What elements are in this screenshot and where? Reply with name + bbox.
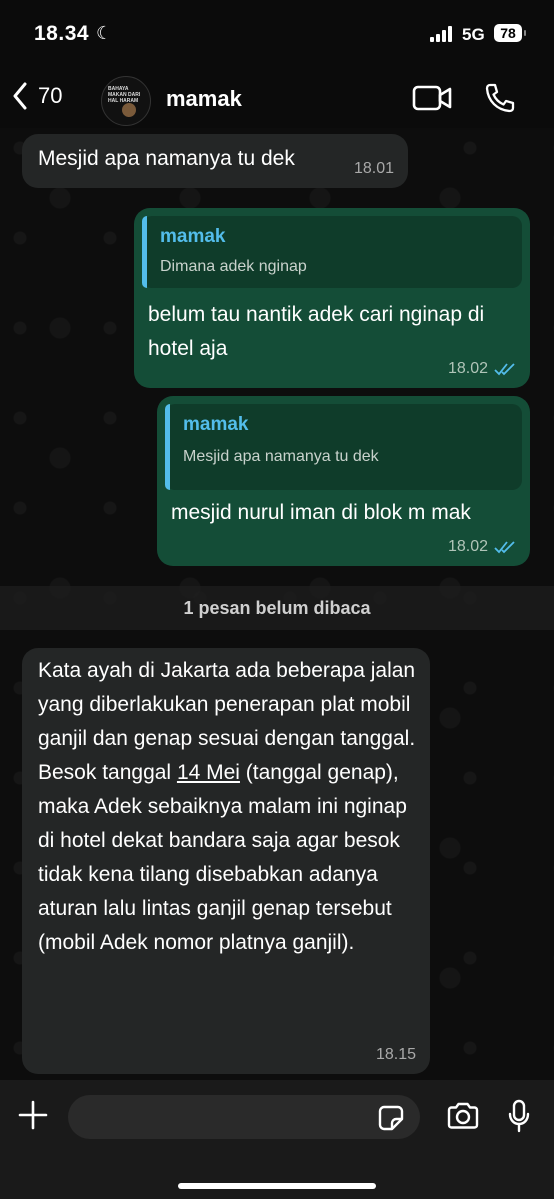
avatar-caption: BAHAYA MAKAN DARI HAL HARAM xyxy=(108,86,141,104)
plus-icon xyxy=(18,1100,48,1130)
microphone-icon xyxy=(508,1099,530,1133)
composer-bar xyxy=(0,1080,554,1199)
message-text-part: (tanggal genap), maka Adek sebaiknya mal… xyxy=(38,761,407,954)
sticker-button[interactable] xyxy=(378,1105,404,1136)
message-time: 18.02 xyxy=(447,538,488,555)
message-text: Kata ayah di Jakarta ada beberapa jalan … xyxy=(38,654,418,960)
quote-author: mamak xyxy=(183,414,249,435)
camera-icon xyxy=(447,1102,479,1129)
camera-button[interactable] xyxy=(446,1102,480,1135)
voice-call-button[interactable] xyxy=(484,82,516,119)
video-call-button[interactable] xyxy=(412,83,452,118)
message-text: mesjid nurul iman di blok m mak xyxy=(171,501,471,524)
message-bubble-outgoing[interactable]: mamak Dimana adek nginap belum tau nanti… xyxy=(134,208,530,388)
message-text: Mesjid apa namanya tu dek xyxy=(38,147,295,170)
home-indicator xyxy=(178,1183,376,1189)
attach-button[interactable] xyxy=(18,1100,48,1135)
back-button[interactable]: 70 xyxy=(12,82,62,110)
video-camera-icon xyxy=(412,85,452,111)
battery-icon: 78 xyxy=(494,24,526,42)
double-check-icon xyxy=(494,541,515,554)
chevron-left-icon xyxy=(13,82,27,110)
message-text: belum tau nantik adek cari nginap di hot… xyxy=(148,303,485,360)
signal-icon xyxy=(430,26,452,42)
quoted-message[interactable]: mamak Dimana adek nginap xyxy=(142,216,522,288)
date-link[interactable]: 14 Mei xyxy=(177,761,240,784)
message-time: 18.01 xyxy=(353,160,394,177)
chat-header: 70 BAHAYA MAKAN DARI HAL HARAM mamak xyxy=(0,70,554,128)
message-time: 18.15 xyxy=(375,1046,416,1063)
status-time: 18.34 xyxy=(34,22,90,45)
avatar[interactable]: BAHAYA MAKAN DARI HAL HARAM xyxy=(101,76,151,126)
quote-author: mamak xyxy=(160,226,226,247)
network-type: 5G xyxy=(462,25,485,44)
phone-icon xyxy=(485,83,515,113)
message-bubble-incoming[interactable]: Mesjid apa namanya tu dek 18.01 xyxy=(22,134,408,188)
message-bubble-outgoing[interactable]: mamak Mesjid apa namanya tu dek mesjid n… xyxy=(157,396,530,566)
double-check-icon xyxy=(494,363,515,376)
moon-icon: ☾ xyxy=(96,23,113,43)
message-input[interactable] xyxy=(68,1095,420,1139)
microphone-button[interactable] xyxy=(508,1099,530,1138)
quote-text: Mesjid apa namanya tu dek xyxy=(183,448,379,465)
status-bar: 18.34 ☾ 5G 78 xyxy=(0,0,554,70)
unread-count: 70 xyxy=(38,83,63,108)
message-bubble-incoming[interactable]: Kata ayah di Jakarta ada beberapa jalan … xyxy=(22,648,430,1074)
quote-text: Dimana adek nginap xyxy=(160,258,307,275)
contact-name[interactable]: mamak xyxy=(166,86,242,112)
sticker-icon xyxy=(378,1105,404,1131)
unread-messages-banner: 1 pesan belum dibaca xyxy=(0,586,554,630)
quoted-message[interactable]: mamak Mesjid apa namanya tu dek xyxy=(165,404,522,490)
message-time: 18.02 xyxy=(447,360,488,377)
